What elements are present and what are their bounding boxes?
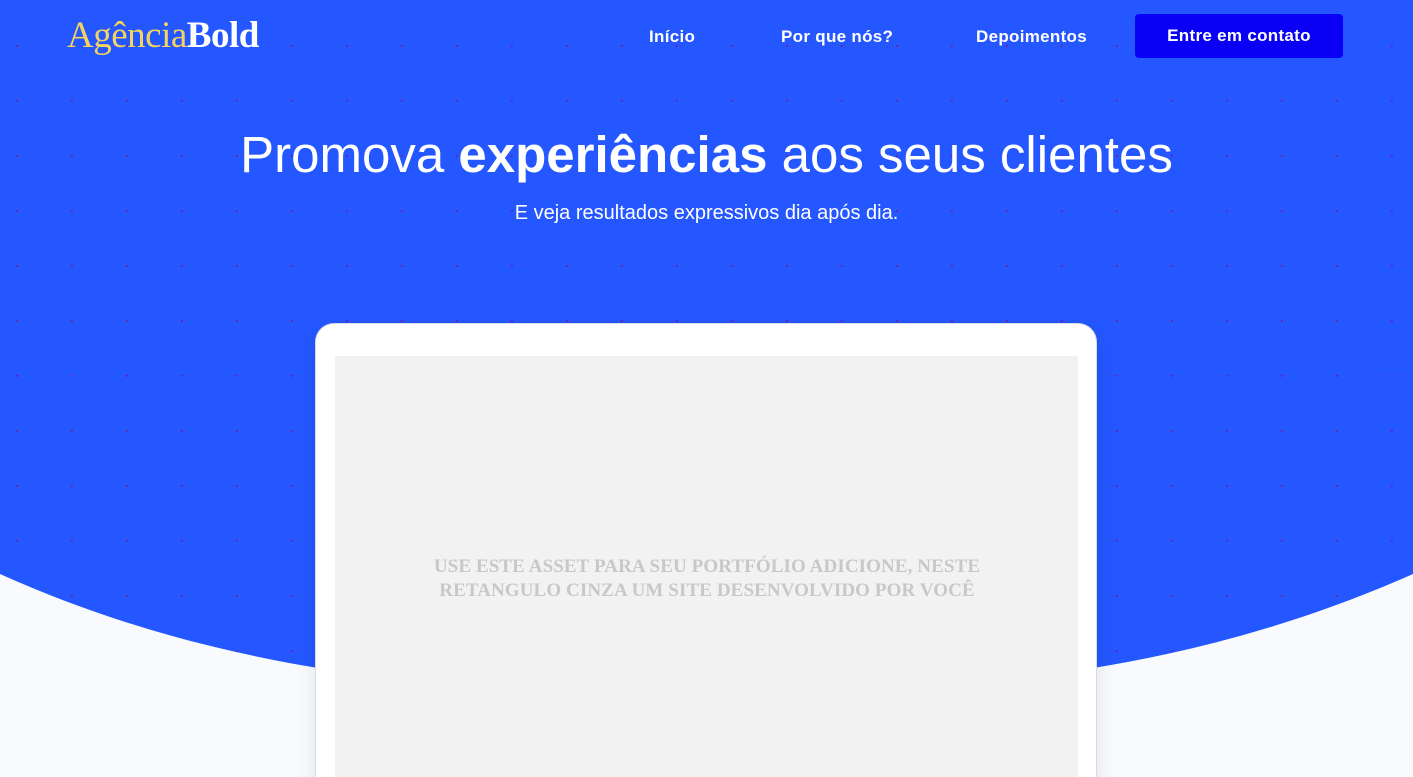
- portfolio-screen-placeholder: USE ESTE ASSET PARA SEU PORTFÓLIO ADICIO…: [335, 356, 1078, 777]
- logo-bold-text: Bold: [186, 15, 260, 56]
- site-header: AgênciaBold Início Por que nós? Depoimen…: [0, 0, 1413, 74]
- nav-link-depoimentos[interactable]: Depoimentos: [976, 26, 1087, 48]
- placeholder-line-1: USE ESTE ASSET PARA SEU PORTFÓLIO ADICIO…: [433, 556, 981, 577]
- nav-link-inicio[interactable]: Início: [649, 26, 695, 48]
- hero-title: Promova experiências aos seus clientes: [0, 124, 1413, 186]
- portfolio-placeholder-text: USE ESTE ASSET PARA SEU PORTFÓLIO ADICIO…: [307, 555, 1107, 603]
- logo-light-text: Agência: [67, 15, 187, 56]
- agency-logo[interactable]: AgênciaBold: [67, 14, 259, 58]
- hero-title-emphasis: experiências: [458, 126, 768, 183]
- landing-page: AgênciaBold Início Por que nós? Depoimen…: [0, 0, 1413, 777]
- device-mockup: USE ESTE ASSET PARA SEU PORTFÓLIO ADICIO…: [316, 324, 1096, 777]
- hero-subtitle: E veja resultados expressivos dia após d…: [514, 202, 899, 224]
- placeholder-line-2: RETANGULO CINZA UM SITE DESENVOLVIDO POR…: [439, 580, 975, 601]
- contact-button[interactable]: Entre em contato: [1135, 14, 1343, 58]
- nav-link-por-que-nos[interactable]: Por que nós?: [781, 26, 893, 48]
- hero-title-prefix: Promova: [240, 126, 459, 183]
- hero-title-suffix: aos seus clientes: [767, 126, 1173, 183]
